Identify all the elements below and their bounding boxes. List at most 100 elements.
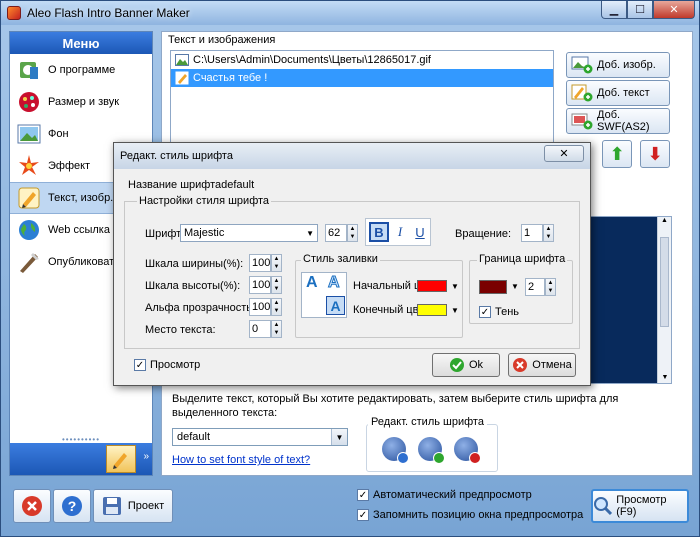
close-button[interactable]: ✕ <box>653 1 695 19</box>
spinner-arrows-icon[interactable]: ▲ ▼ <box>271 254 282 272</box>
shadow-checkbox[interactable]: ✓ Тень <box>479 306 519 318</box>
maximize-button[interactable]: ☐ <box>627 1 653 19</box>
italic-toggle[interactable]: I <box>390 222 410 242</box>
effect-icon <box>16 153 42 179</box>
text-style-toggle-group: B I U <box>365 218 431 246</box>
settings-group-title: Настройки стиля шрифта <box>137 195 272 207</box>
help-button[interactable]: ? <box>53 489 91 523</box>
add-text-button[interactable]: Доб. текст <box>566 80 670 106</box>
spinner-arrows-icon[interactable]: ▲ ▼ <box>545 278 556 296</box>
fill-type-selector[interactable]: A A A <box>301 272 347 318</box>
font-style-select[interactable]: default ▼ <box>172 428 348 446</box>
delete-font-style-icon[interactable] <box>454 437 481 464</box>
text-icon <box>175 71 189 85</box>
width-scale-spinner[interactable]: 100 ▲ ▼ <box>249 254 282 272</box>
close-circle-icon <box>22 496 42 516</box>
chevron-down-icon[interactable]: ▼ <box>511 282 519 291</box>
font-size-spinner[interactable]: 62 ▲ ▼ <box>325 224 358 242</box>
floppy-disk-icon <box>102 497 121 515</box>
spinner-arrows-icon[interactable]: ▲ ▼ <box>543 224 554 242</box>
window-title: Aleo Flash Intro Banner Maker <box>27 6 190 20</box>
add-image-icon <box>571 56 593 74</box>
rotation-label: Вращение: <box>455 228 512 240</box>
magnifier-icon <box>594 497 613 516</box>
preview-button[interactable]: Просмотр (F9) <box>591 489 689 523</box>
fill-outline-icon[interactable]: A <box>328 274 341 292</box>
menu-item-about[interactable]: О программе <box>10 54 152 86</box>
help-icon: ? <box>62 496 82 516</box>
underline-toggle[interactable]: U <box>410 222 430 242</box>
project-button[interactable]: Проект <box>93 489 173 523</box>
add-font-style-icon[interactable] <box>418 437 445 464</box>
menu-item-label: Эффект <box>48 160 91 172</box>
font-family-select[interactable]: Majestic ▼ <box>180 224 318 242</box>
scroll-up-icon[interactable]: ▲ <box>658 217 671 231</box>
fill-solid-icon[interactable]: A <box>306 274 318 292</box>
spinner-arrows-icon[interactable]: ▲ ▼ <box>347 224 358 242</box>
font-border-title: Граница шрифта <box>477 253 568 265</box>
spinner-arrows-icon[interactable]: ▲ ▼ <box>271 320 282 338</box>
remember-position-checkbox[interactable]: ✓ Запомнить позицию окна предпросмотра <box>357 509 583 521</box>
check-circle-icon <box>449 358 464 372</box>
text-position-spinner[interactable]: 0 ▲ ▼ <box>249 320 282 338</box>
app-icon <box>7 6 21 20</box>
font-name-value: default <box>221 179 255 191</box>
end-color-swatch[interactable] <box>417 304 447 316</box>
dialog-preview-checkbox[interactable]: ✓ Просмотр <box>134 359 200 371</box>
publish-icon <box>16 249 42 275</box>
menu-item-size-sound[interactable]: Размер и звук <box>10 86 152 118</box>
move-up-button[interactable]: ⬆ <box>602 140 632 168</box>
text-image-icon <box>16 185 42 211</box>
dialog-body: Настройки стиля шрифта Шрифт: Majestic ▼… <box>124 195 580 349</box>
arrow-up-icon: ⬆ <box>609 143 625 164</box>
auto-preview-checkbox[interactable]: ✓ Автоматический предпросмотр <box>357 489 532 501</box>
menu-item-label: Web ссылка <box>48 224 110 236</box>
minimize-button[interactable]: ▁ <box>601 1 627 19</box>
border-color-swatch[interactable] <box>479 280 507 294</box>
edit-font-style-icon[interactable] <box>382 437 409 464</box>
add-swf-button[interactable]: Доб. SWF(AS2) <box>566 108 670 134</box>
height-scale-label: Шкала высоты(%): <box>145 280 241 292</box>
move-down-button[interactable]: ⬇ <box>640 140 670 168</box>
howto-link[interactable]: How to set font style of text? <box>172 454 310 466</box>
chevron-down-icon[interactable]: ▼ <box>451 306 459 315</box>
spinner-arrows-icon[interactable]: ▲ ▼ <box>271 276 282 294</box>
add-text-icon <box>571 84 593 102</box>
cancel-button[interactable]: Отмена <box>508 353 576 377</box>
scroll-thumb[interactable] <box>660 237 669 327</box>
scroll-down-icon[interactable]: ▼ <box>658 374 672 381</box>
dialog-title-bar: Редакт. стиль шрифта ✕ <box>114 143 590 169</box>
menu-header: Меню <box>10 32 152 54</box>
chevron-down-icon: ▼ <box>331 429 347 445</box>
border-width-spinner[interactable]: 2 ▲ ▼ <box>525 278 556 296</box>
text-tool-icon[interactable] <box>106 445 136 473</box>
ok-button[interactable]: Ok <box>432 353 500 377</box>
fill-gradient-icon[interactable]: A <box>326 296 345 315</box>
chevron-right-icon[interactable]: » <box>143 451 149 462</box>
add-image-button[interactable]: Доб. изобр. <box>566 52 670 78</box>
height-scale-spinner[interactable]: 100 ▲ ▼ <box>249 276 282 294</box>
checkbox-checked-icon: ✓ <box>479 306 491 318</box>
menu-item-label: Размер и звук <box>48 96 120 108</box>
globe-icon <box>16 217 42 243</box>
chevron-down-icon[interactable]: ▼ <box>451 282 459 291</box>
exit-button[interactable] <box>13 489 51 523</box>
rotation-spinner[interactable]: 1 ▲ ▼ <box>521 224 554 242</box>
list-item[interactable]: Счастья тебе ! <box>171 69 553 87</box>
alpha-spinner[interactable]: 100 ▲ ▼ <box>249 298 282 316</box>
font-name-row: Название шрифтаdefault <box>128 179 255 191</box>
checkbox-checked-icon: ✓ <box>357 489 369 501</box>
text-position-label: Место текста: <box>145 324 216 336</box>
fill-style-title: Стиль заливки <box>301 253 380 265</box>
arrow-down-icon: ⬇ <box>647 143 663 164</box>
menu-item-label: О программе <box>48 64 116 76</box>
svg-text:?: ? <box>68 498 77 514</box>
list-item[interactable]: C:\Users\Admin\Documents\Цветы\12865017.… <box>171 51 553 69</box>
dialog-close-button[interactable]: ✕ <box>544 145 584 162</box>
start-color-swatch[interactable] <box>417 280 447 292</box>
checkbox-checked-icon: ✓ <box>134 359 146 371</box>
spinner-arrows-icon[interactable]: ▲ ▼ <box>271 298 282 316</box>
info-icon <box>16 57 42 83</box>
bold-toggle[interactable]: B <box>369 222 389 242</box>
vertical-scrollbar[interactable]: ▲ ▼ <box>657 217 671 383</box>
